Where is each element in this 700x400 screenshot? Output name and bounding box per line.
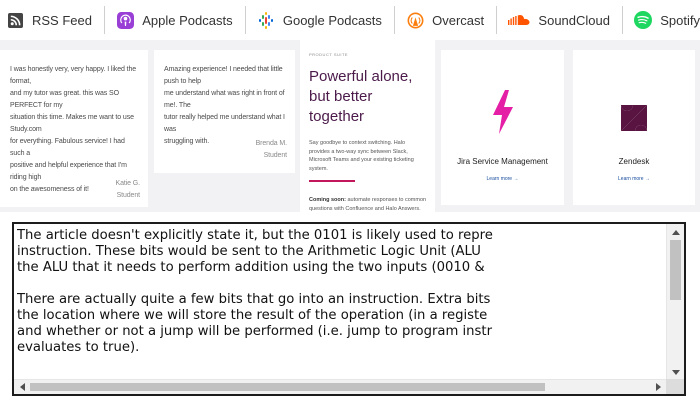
text-line: There are actually quite a few bits that… xyxy=(17,292,491,307)
testimonial-line: tutor really helped me understand what I… xyxy=(164,114,285,133)
author-name: Katie G. xyxy=(115,180,141,187)
horizontal-scroll-thumb[interactable] xyxy=(30,383,545,391)
podcast-link-rss[interactable]: RSS Feed xyxy=(6,0,92,40)
answer-text-content: The article doesn't explicitly state it,… xyxy=(17,228,662,383)
spotify-icon xyxy=(634,11,653,29)
text-line: instruction. These bits would be sent to… xyxy=(17,244,481,259)
apple-podcasts-icon xyxy=(116,11,134,29)
podcast-link-soundcloud[interactable]: SoundCloud xyxy=(508,0,610,40)
google-podcasts-icon xyxy=(257,11,275,29)
text-line: The article doesn't explicitly state it,… xyxy=(17,228,493,243)
promo-panel: PRODUCT SUITE Powerful alone, but better… xyxy=(300,40,435,212)
promo-heading: Powerful alone, but better together xyxy=(309,68,413,125)
podcast-link-google[interactable]: Google Podcasts xyxy=(257,0,382,40)
testimonial-line: situation this time. Makes me want to us… xyxy=(10,114,134,133)
podcast-link-label: RSS Feed xyxy=(32,12,92,28)
scroll-right-arrow-icon[interactable] xyxy=(650,380,666,394)
testimonial-line: for everything. Fabulous service! I had … xyxy=(10,138,125,157)
promo-accent-rule xyxy=(309,180,355,182)
rss-icon xyxy=(6,11,24,29)
soundcloud-icon xyxy=(508,11,530,29)
testimonial-line: I was honestly very, very happy. I liked… xyxy=(10,66,137,85)
testimonial-line: and my tutor was great. this was SO PERF… xyxy=(10,90,119,109)
zendesk-icon xyxy=(621,105,647,136)
testimonial-line: Amazing experience! I needed that little… xyxy=(164,66,283,85)
podcast-link-apple[interactable]: Apple Podcasts xyxy=(116,0,233,40)
promo-eyebrow: PRODUCT SUITE xyxy=(309,52,349,57)
podcast-link-overcast[interactable]: Overcast xyxy=(406,0,484,40)
author-name: Brenda M. xyxy=(255,140,288,147)
text-line: evaluates to true). xyxy=(17,340,140,355)
podcast-link-label: Google Podcasts xyxy=(282,12,382,28)
coming-soon-label: Coming soon: xyxy=(309,197,346,203)
testimonial-card: Amazing experience! I needed that little… xyxy=(154,50,295,173)
integration-name: Zendesk xyxy=(618,157,650,166)
text-line: the ALU that it needs to perform additio… xyxy=(17,260,485,275)
podcast-link-label: Spotify xyxy=(660,12,700,28)
podcast-link-label: SoundCloud xyxy=(538,12,610,28)
jira-service-management-icon xyxy=(490,90,516,139)
answer-text-area[interactable]: The article doesn't explicitly state it,… xyxy=(12,222,686,396)
promo-coming-soon: Coming soon: automate responses to commo… xyxy=(309,196,427,213)
integration-card-zendesk[interactable]: Zendesk Learn more → xyxy=(573,50,695,205)
text-line: the location where we will store the res… xyxy=(17,308,488,323)
vertical-scrollbar[interactable] xyxy=(666,224,684,380)
horizontal-scrollbar[interactable] xyxy=(14,379,666,394)
scroll-up-arrow-icon[interactable] xyxy=(667,224,684,240)
testimonial-card: I was honestly very, very happy. I liked… xyxy=(0,50,148,207)
testimonial-author: Brenda M. Student xyxy=(255,138,288,162)
integration-card-jira[interactable]: Jira Service Management Learn more → xyxy=(441,50,564,205)
scroll-down-arrow-icon[interactable] xyxy=(667,364,684,380)
vertical-scroll-thumb[interactable] xyxy=(670,240,681,300)
learn-more-link[interactable]: Learn more → xyxy=(441,176,564,182)
author-role: Student xyxy=(116,192,141,199)
text-line: and whether or not a jump will be perfor… xyxy=(17,324,492,339)
podcast-link-label: Apple Podcasts xyxy=(142,12,233,28)
scroll-left-arrow-icon[interactable] xyxy=(14,380,30,394)
content-strip: I was honestly very, very happy. I liked… xyxy=(0,40,700,212)
testimonial-author: Katie G. Student xyxy=(116,178,141,202)
podcast-links-bar: RSS Feed Apple Podcasts Google Podcasts … xyxy=(0,0,700,40)
testimonial-line: me understand what was right in front of… xyxy=(164,90,285,109)
promo-description: Say goodbye to context switching. Halo p… xyxy=(309,140,414,172)
podcast-link-spotify[interactable]: Spotify xyxy=(634,0,700,40)
learn-more-link[interactable]: Learn more → xyxy=(573,176,695,182)
integration-name: Jira Service Management xyxy=(457,157,548,166)
author-role: Student xyxy=(263,152,288,159)
scrollbar-corner xyxy=(666,379,684,394)
overcast-icon xyxy=(406,11,424,29)
podcast-link-label: Overcast xyxy=(432,12,485,28)
